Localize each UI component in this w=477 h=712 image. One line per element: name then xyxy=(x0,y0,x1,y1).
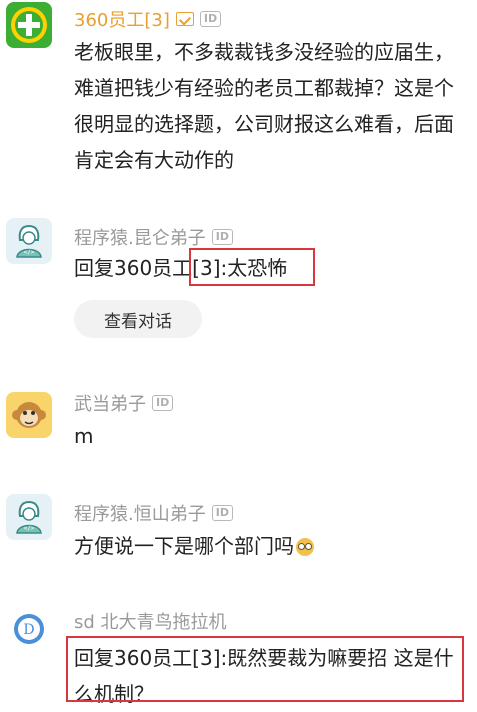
username[interactable]: 武当弟子 ID xyxy=(74,390,174,416)
svg-text:D: D xyxy=(23,622,34,638)
coder-avatar-icon[interactable]: </> xyxy=(6,218,52,264)
emoji-icon xyxy=(296,538,314,556)
highlight-box xyxy=(189,248,315,286)
username[interactable]: sd 北大青鸟拖拉机 xyxy=(74,608,227,634)
vip-icon xyxy=(175,12,194,26)
letter-d-avatar-icon[interactable]: D xyxy=(6,606,52,652)
monkey-avatar-icon[interactable] xyxy=(6,392,52,438)
highlight-box xyxy=(66,636,464,702)
username[interactable]: 360员工[3] ID xyxy=(74,6,222,32)
app-360-icon[interactable] xyxy=(6,2,52,48)
svg-text:</>: </> xyxy=(24,525,35,532)
id-badge: ID xyxy=(211,229,233,245)
comment-text: m xyxy=(74,424,94,448)
username[interactable]: 程序猿.昆仑弟子 ID xyxy=(74,224,233,250)
comment-text: 方便说一下是哪个部门吗 xyxy=(74,528,314,564)
id-badge: ID xyxy=(199,11,222,27)
id-badge: ID xyxy=(211,505,233,521)
svg-text:</>: </> xyxy=(24,249,35,256)
username[interactable]: 程序猿.恒山弟子 ID xyxy=(74,500,233,526)
comment-text: 老板眼里，不多裁裁钱多没经验的应届生，难道把钱少有经验的老员工都裁掉？这是个很明… xyxy=(74,40,454,172)
view-conversation-button[interactable]: 查看对话 xyxy=(74,300,202,338)
id-badge: ID xyxy=(152,395,174,411)
coder-avatar-icon[interactable]: </> xyxy=(6,494,52,540)
